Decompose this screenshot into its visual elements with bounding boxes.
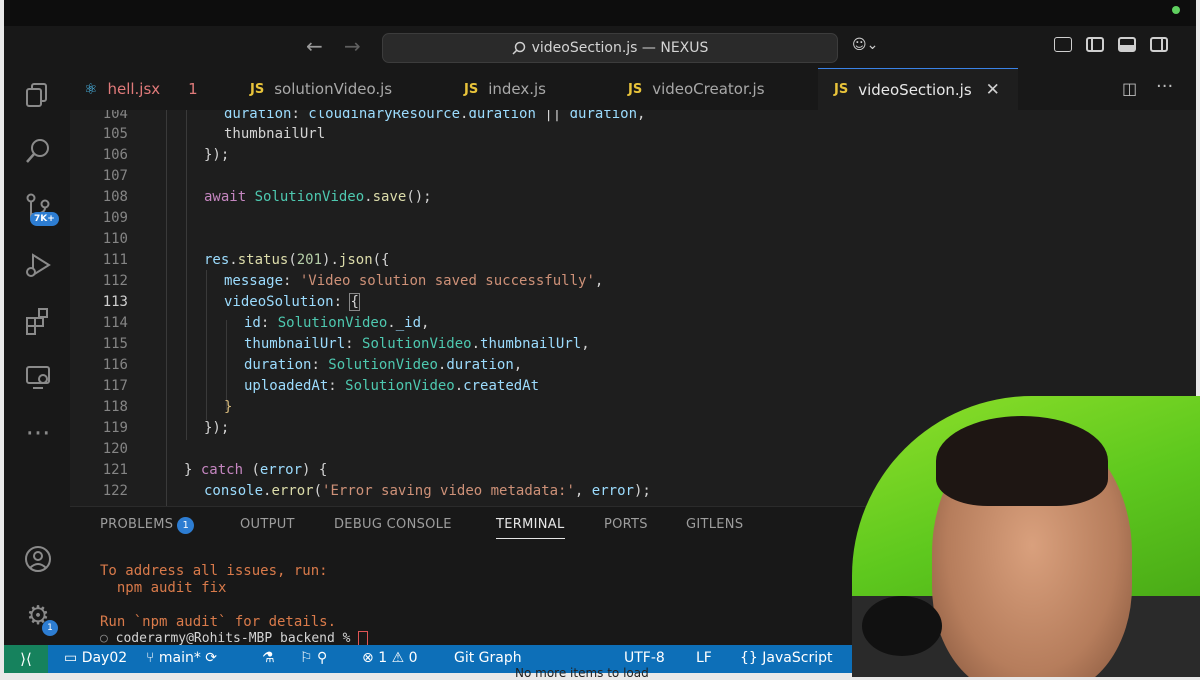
code-line: 109 — [102, 210, 128, 226]
tab-index-js[interactable]: JS index.js — [464, 68, 574, 110]
tab-problems[interactable]: PROBLEMS 1 — [100, 517, 195, 534]
code-line: 116 duration: SolutionVideo.duration, — [102, 357, 523, 373]
terminal-line: Run `npm audit` for details. — [100, 614, 337, 630]
microphone — [862, 596, 942, 656]
code-line: 104 duration: cloudinaryResource.duration… — [102, 110, 646, 122]
remote-explorer-icon[interactable] — [22, 362, 54, 394]
run-debug-icon[interactable] — [22, 250, 54, 282]
settings-badge: 1 — [42, 620, 58, 636]
code-line: 112 message: 'Video solution saved succes… — [102, 273, 604, 289]
tab-terminal[interactable]: TERMINAL — [496, 517, 565, 539]
encoding-indicator[interactable]: UTF-8 — [624, 650, 665, 666]
load-status-text: No more items to load — [515, 666, 649, 680]
top-strip — [4, 0, 1196, 26]
terminal-line: npm audit fix — [100, 580, 227, 596]
code-line: 106}); — [102, 147, 230, 163]
code-line: 117 uploadedAt: SolutionVideo.createdAt — [102, 378, 540, 394]
search-icon[interactable] — [22, 136, 54, 168]
language-mode[interactable]: {} JavaScript — [740, 650, 832, 666]
toggle-primary-sidebar-icon[interactable] — [1086, 37, 1104, 52]
explorer-icon[interactable] — [22, 80, 54, 112]
js-file-icon: JS — [834, 82, 849, 97]
more-actions-icon[interactable]: ··· — [1156, 76, 1173, 97]
workspace-indicator[interactable]: ▭ Day02 — [64, 650, 127, 666]
tab-gitlens[interactable]: GITLENS — [686, 517, 743, 532]
presenter-hair — [936, 416, 1108, 506]
window-title: videoSection.js — NEXUS — [531, 40, 709, 56]
forward-arrow-icon[interactable]: → — [344, 34, 361, 58]
code-line: 110 — [102, 231, 128, 247]
recording-indicator — [1172, 6, 1180, 14]
live-share-icon[interactable]: ⚗ — [262, 650, 275, 666]
code-line: 105 thumbnailUrl — [102, 126, 326, 142]
warning-icon: ⚠ — [391, 650, 405, 666]
accounts-icon[interactable] — [22, 544, 54, 576]
editor-tabs: ⚛ hell.jsx 1 JS solutionVideo.js JS inde… — [70, 68, 1196, 111]
branch-indicator[interactable]: ⑂ main* ⟳ — [146, 650, 217, 666]
error-icon: ⊗ — [362, 650, 374, 666]
search-icon — [512, 41, 525, 55]
js-file-icon: JS — [250, 81, 265, 97]
git-graph-button[interactable]: Git Graph — [454, 650, 522, 666]
problems-indicator[interactable]: ⊗ 1 ⚠ 0 — [362, 650, 418, 666]
js-file-icon: JS — [464, 81, 479, 97]
split-editor-icon[interactable]: ◫ — [1122, 79, 1137, 98]
close-icon[interactable]: ✕ — [986, 80, 1000, 100]
tab-hell-jsx[interactable]: ⚛ hell.jsx 1 — [84, 68, 220, 110]
react-icon: ⚛ — [84, 80, 98, 98]
extensions-icon[interactable] — [22, 306, 54, 338]
source-control-badge: 7K+ — [30, 212, 59, 226]
tab-output[interactable]: OUTPUT — [240, 517, 295, 532]
tab-solutionvideo-js[interactable]: JS solutionVideo.js — [250, 68, 420, 110]
git-branch-icon: ⑂ — [146, 650, 155, 666]
tab-videocreator-js[interactable]: JS videoCreator.js — [628, 68, 788, 110]
tab-debug-console[interactable]: DEBUG CONSOLE — [334, 517, 452, 532]
terminal-line: To address all issues, run: — [100, 563, 328, 579]
problems-badge: 1 — [177, 517, 195, 534]
sync-icon: ⟳ — [205, 650, 218, 666]
folder-icon: ▭ — [64, 650, 78, 666]
code-line: 114 id: SolutionVideo._id, — [102, 315, 430, 331]
customize-layout-icon[interactable] — [1054, 37, 1072, 52]
code-line: 111 res.status(201).json({ — [102, 252, 390, 268]
js-file-icon: JS — [628, 81, 643, 97]
code-line: 113 videoSolution: { — [102, 293, 360, 311]
remote-icon[interactable]: ⟩⟨ — [4, 645, 48, 673]
command-center[interactable]: videoSection.js — NEXUS — [382, 33, 838, 63]
title-bar: ← → videoSection.js — NEXUS ☺⌄ — [4, 26, 1196, 69]
eol-indicator[interactable]: LF — [696, 650, 712, 666]
more-icon[interactable]: ··· — [22, 418, 54, 450]
tab-ports[interactable]: PORTS — [604, 517, 648, 532]
code-line: 115 thumbnailUrl: SolutionVideo.thumbnail… — [102, 336, 590, 352]
toggle-secondary-sidebar-icon[interactable] — [1150, 37, 1168, 52]
back-arrow-icon[interactable]: ← — [306, 34, 323, 58]
code-line: 108 await SolutionVideo.save(); — [102, 189, 432, 205]
tab-videosection-js[interactable]: JS videoSection.js ✕ — [818, 68, 1018, 110]
activity-bar: 7K+ ··· ⚙ 1 — [4, 68, 70, 645]
code-line: 107 — [102, 168, 128, 184]
copilot-icon[interactable]: ☺⌄ — [852, 37, 878, 53]
braces-icon: {} — [740, 650, 758, 666]
toggle-panel-icon[interactable] — [1118, 37, 1136, 52]
deploy-icon[interactable]: ⚐ ⚲ — [300, 650, 327, 666]
